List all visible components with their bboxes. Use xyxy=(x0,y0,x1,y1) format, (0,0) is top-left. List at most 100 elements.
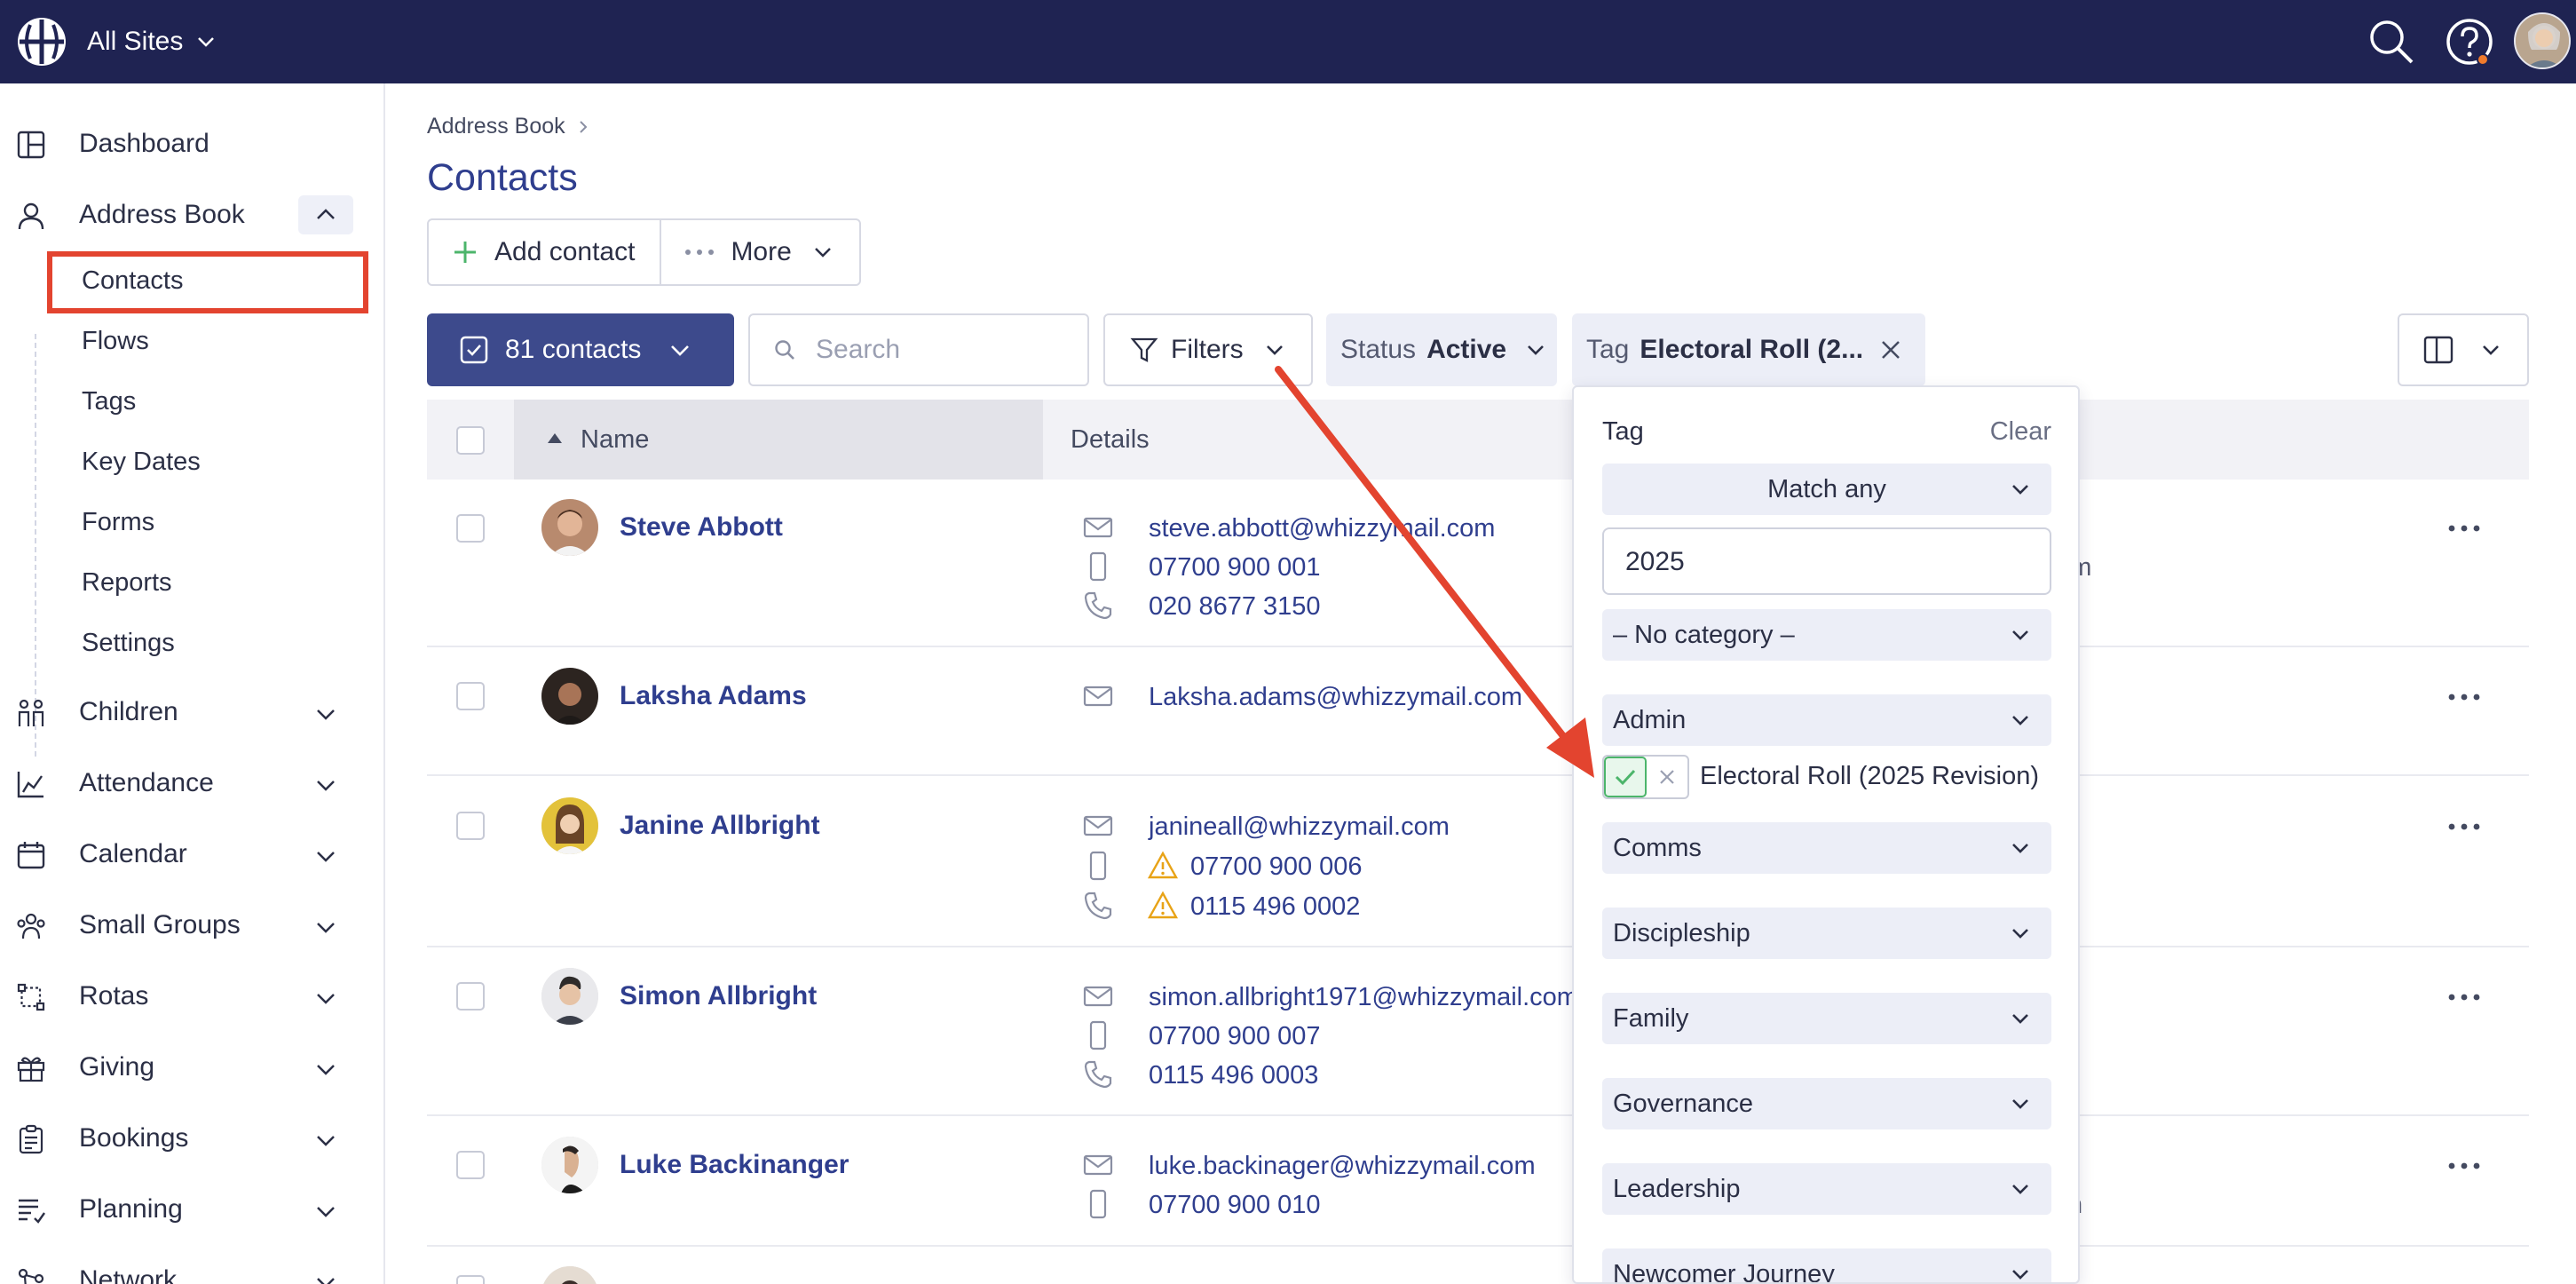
contact-mobile[interactable]: 07700 900 010 xyxy=(1149,1191,1321,1220)
avatar[interactable] xyxy=(541,968,598,1025)
sidebar-item-planning[interactable]: Planning xyxy=(0,1176,383,1243)
add-contact-button[interactable]: Add contact xyxy=(429,220,662,284)
tag-group-governance[interactable]: Governance xyxy=(1602,1078,2051,1129)
sidebar-item-network[interactable]: Network xyxy=(0,1247,383,1284)
sidebar-item-small-groups[interactable]: Small Groups xyxy=(0,892,383,959)
contact-mobile[interactable]: 07700 900 007 xyxy=(1149,1022,1321,1051)
sidebar-item-calendar[interactable]: Calendar xyxy=(0,820,383,888)
sidebar-item-rotas[interactable]: Rotas xyxy=(0,963,383,1030)
row-checkbox[interactable] xyxy=(456,682,485,710)
contact-mobile[interactable]: 07700 900 006 xyxy=(1190,852,1363,882)
sidebar-item-giving[interactable]: Giving xyxy=(0,1034,383,1101)
tag-include-exclude-toggle[interactable] xyxy=(1602,755,1689,799)
tag-filter-chip[interactable]: Tag Electoral Roll (2... xyxy=(1572,313,1925,386)
top-bar: All Sites xyxy=(0,0,2576,83)
sidebar-item-dashboard[interactable]: Dashboard xyxy=(0,110,383,178)
sidebar-item-label: Children xyxy=(79,697,178,726)
avatar[interactable] xyxy=(541,499,598,556)
match-mode-select[interactable]: Match any xyxy=(1602,464,2051,515)
tag-search-input[interactable] xyxy=(1625,547,2034,577)
tag-chip-value: Electoral Roll (2... xyxy=(1640,335,1864,364)
avatar[interactable] xyxy=(541,1266,598,1284)
row-checkbox[interactable] xyxy=(456,1151,485,1179)
chevron-down-icon xyxy=(2012,716,2028,725)
avatar[interactable] xyxy=(541,1137,598,1193)
contact-email[interactable]: Laksha.adams@whizzymail.com xyxy=(1149,683,1522,712)
row-checkbox[interactable] xyxy=(456,982,485,1011)
row-actions-icon[interactable] xyxy=(2445,515,2484,542)
site-switcher[interactable]: All Sites xyxy=(87,23,217,60)
contact-name[interactable]: Luke Backinanger xyxy=(620,1150,849,1180)
tag-group-admin[interactable]: Admin xyxy=(1602,694,2051,746)
sidebar-subitem-tags[interactable]: Tags xyxy=(82,387,136,416)
sidebar-item-label: Small Groups xyxy=(79,910,241,939)
tag-group-leadership[interactable]: Leadership xyxy=(1602,1163,2051,1215)
contact-mobile[interactable]: 07700 900 001 xyxy=(1149,553,1321,583)
children-icon xyxy=(18,699,44,726)
sidebar-item-label: Network xyxy=(79,1265,178,1284)
sidebar-subitem-forms[interactable]: Forms xyxy=(82,508,154,537)
tag-group-label: Comms xyxy=(1613,833,1702,862)
contact-phone[interactable]: 0115 496 0002 xyxy=(1190,892,1360,922)
sort-ascending-icon[interactable] xyxy=(546,431,564,445)
contacts-selection-button[interactable]: 81 contacts xyxy=(427,313,734,386)
tag-group-discipleship[interactable]: Discipleship xyxy=(1602,908,2051,959)
row-actions-icon[interactable] xyxy=(2445,684,2484,710)
contact-phone[interactable]: 020 8677 3150 xyxy=(1149,592,1321,622)
exclude-toggle[interactable] xyxy=(1647,757,1687,797)
contact-email[interactable]: luke.backinager@whizzymail.com xyxy=(1149,1152,1536,1181)
search-input[interactable] xyxy=(816,335,1082,365)
category-select[interactable]: – No category – xyxy=(1602,609,2051,661)
sidebar-subitem-settings[interactable]: Settings xyxy=(82,629,175,658)
sidebar-item-label: Attendance xyxy=(79,768,214,797)
sidebar-item-attendance[interactable]: Attendance xyxy=(0,749,383,817)
row-actions-icon[interactable] xyxy=(2445,813,2484,840)
select-all-checkbox[interactable] xyxy=(456,426,485,455)
row-checkbox[interactable] xyxy=(456,514,485,543)
chevron-down-icon xyxy=(2012,929,2028,939)
search-icon[interactable] xyxy=(2365,15,2418,68)
tag-filter-panel: Tag Clear Match any – No category – Admi… xyxy=(1572,385,2080,1284)
globe-logo-icon[interactable] xyxy=(16,16,67,67)
contact-name[interactable]: Laksha Adams xyxy=(620,681,807,711)
avatar[interactable] xyxy=(541,668,598,725)
sidebar-subitem-contacts[interactable]: Contacts xyxy=(82,266,183,296)
tag-group-comms[interactable]: Comms xyxy=(1602,822,2051,874)
close-icon[interactable] xyxy=(1877,337,1904,363)
contact-name[interactable]: Janine Allbright xyxy=(620,811,820,841)
more-button[interactable]: More xyxy=(661,220,858,284)
tag-search-field[interactable] xyxy=(1602,527,2051,595)
contact-phone[interactable]: 0115 496 0003 xyxy=(1149,1061,1318,1090)
sidebar-item-bookings[interactable]: Bookings xyxy=(0,1105,383,1172)
sidebar-subitem-key-dates[interactable]: Key Dates xyxy=(82,448,201,477)
row-checkbox[interactable] xyxy=(456,812,485,840)
row-actions-icon[interactable] xyxy=(2445,984,2484,1011)
sidebar-item-address-book[interactable]: Address Book xyxy=(0,181,383,249)
row-actions-icon[interactable] xyxy=(2445,1153,2484,1179)
sidebar-subitem-flows[interactable]: Flows xyxy=(82,327,149,356)
clear-button[interactable]: Clear xyxy=(1990,417,2051,447)
person-icon xyxy=(18,202,44,230)
tag-group-family[interactable]: Family xyxy=(1602,993,2051,1044)
contact-email[interactable]: janineall@whizzymail.com xyxy=(1149,812,1450,842)
row-checkbox[interactable] xyxy=(456,1275,485,1284)
user-avatar[interactable] xyxy=(2514,12,2571,69)
gift-icon xyxy=(17,1057,45,1082)
search-box[interactable] xyxy=(748,313,1089,386)
contact-email[interactable]: simon.allbright1971@whizzymail.com xyxy=(1149,983,1578,1012)
close-icon xyxy=(1660,770,1674,784)
contact-name[interactable]: Steve Abbott xyxy=(620,512,783,543)
collapse-button[interactable] xyxy=(298,195,353,234)
include-toggle[interactable] xyxy=(1604,757,1647,797)
column-view-button[interactable] xyxy=(2398,313,2529,386)
sidebar-item-children[interactable]: Children xyxy=(0,678,383,746)
contact-email[interactable]: steve.abbott@whizzymail.com xyxy=(1149,514,1495,543)
avatar[interactable] xyxy=(541,797,598,854)
filters-button[interactable]: Filters xyxy=(1103,313,1313,386)
sidebar-subitem-reports[interactable]: Reports xyxy=(82,568,172,598)
breadcrumb[interactable]: Address Book xyxy=(427,114,590,139)
tag-group-newcomer-journey[interactable]: Newcomer Journey xyxy=(1602,1248,2051,1282)
contact-name[interactable]: Simon Allbright xyxy=(620,981,817,1011)
status-filter-chip[interactable]: Status Active xyxy=(1326,313,1557,386)
chevron-down-icon xyxy=(1528,345,1545,355)
